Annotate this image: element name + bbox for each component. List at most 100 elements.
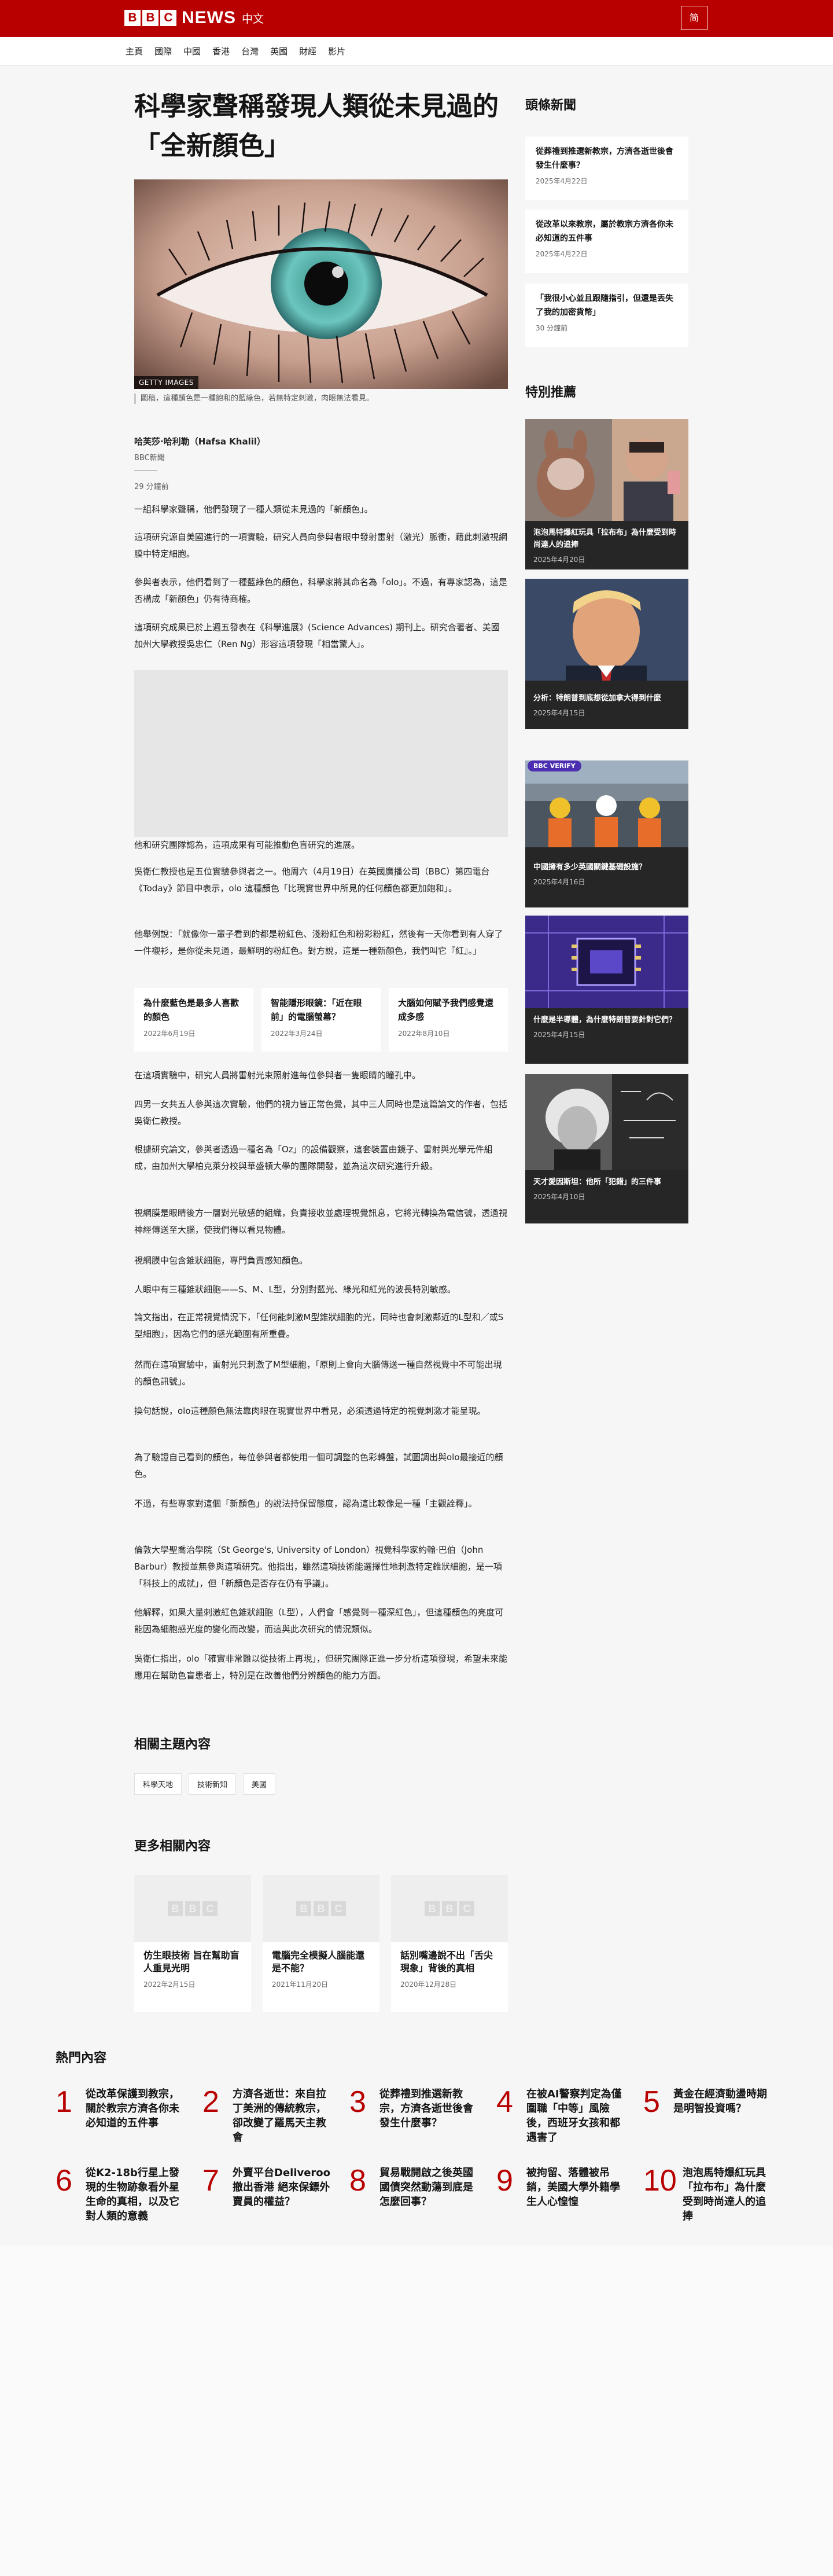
- nav-item-uk[interactable]: 英國: [270, 45, 288, 57]
- article-paragraph: 根據研究論文，參與者透過一種名為「Oz」的設備觀察，這套裝置由鏡子、雷射與光學元…: [134, 1144, 493, 1171]
- image-credit: GETTY IMAGES: [134, 376, 198, 389]
- most-read-item[interactable]: 10 泡泡馬特爆紅玩具「拉布布」為什麼受到時尚達人的追捧: [643, 2166, 790, 2224]
- more-story-card[interactable]: BBC 電腦完全模擬人腦能還是不能？ 2021年11月20日: [263, 1875, 379, 2012]
- topic-tags: 科學天地 技術新知 美國: [134, 1773, 282, 1795]
- top-header: B B C NEWS 中文 简: [0, 0, 833, 37]
- more-story-date: 2020年12月28日: [400, 1980, 457, 1989]
- related-story-title: 智能隱形眼鏡：「近在眼前」的電腦螢幕？: [271, 998, 362, 1022]
- more-story-card[interactable]: BBC 話別嘴邊說不出「舌尖現象」背後的真相 2020年12月28日: [391, 1875, 508, 2012]
- top-story-date: 30 分鐘前: [536, 324, 568, 332]
- image-caption: 圖稿，這種顏色是一種飽和的藍綠色，若無特定刺激，肉眼無法看見。: [134, 394, 508, 404]
- most-read-title: 在被AI警察判定為僅圍職「中等」風險後，西班牙女孩和都遇害了: [526, 2088, 622, 2144]
- article-paragraph: 倫敦大學聖喬治學院（St George's, University of Lon…: [134, 1545, 502, 1589]
- feature-image: [525, 1074, 688, 1170]
- top-story-card[interactable]: 從改革以來教宗，屬於教宗方濟各你未必知道的五件事 2025年4月22日: [525, 210, 688, 273]
- placeholder-image: BBC: [263, 1875, 379, 1942]
- inline-related-stories: 為什麼藍色是最多人喜歡的顏色 2022年6月19日 智能隱形眼鏡：「近在眼前」的…: [134, 988, 508, 1052]
- main-nav: 主頁 國際 中國 香港 台灣 英國 財經 影片: [0, 37, 833, 66]
- more-story-card[interactable]: BBC 仿生眼技術 旨在幫助盲人重見光明 2022年2月15日: [134, 1875, 251, 2012]
- topic-tag[interactable]: 美國: [243, 1773, 276, 1795]
- most-read-item[interactable]: 8 貿易戰開啟之後英國國債突然動蕩到底是怎麼回事？: [349, 2166, 496, 2224]
- article-paragraph: 這項研究源自美國進行的一項實驗，研究人員向參與者眼中發射雷射（激光）脈衝，藉此刺…: [134, 532, 508, 559]
- more-story-title: 仿生眼技術 旨在幫助盲人重見光明: [143, 1950, 239, 1974]
- nav-item-business[interactable]: 財經: [299, 45, 316, 57]
- related-story-title: 大腦如何賦予我們感覺還成多感: [398, 998, 494, 1022]
- article-paragraph: 吳衛仁教授也是五位實驗參與者之一。他周六（4月19日）在英國廣播公司（BBC）第…: [134, 866, 490, 894]
- top-stories-heading: 頭條新聞: [525, 98, 577, 113]
- more-story-title: 話別嘴邊說不出「舌尖現象」背後的真相: [400, 1950, 493, 1974]
- most-read-title: 被拘留、落體被吊銷，美國大學外籍學生人心惶惶: [526, 2167, 620, 2208]
- nav-item-international[interactable]: 國際: [154, 45, 172, 57]
- features-heading: 特別推薦: [525, 385, 577, 400]
- logo-letter-b2: B: [142, 10, 159, 26]
- bbc-news-logo[interactable]: B B C NEWS 中文: [124, 8, 264, 28]
- video-caption: 他和研究團隊認為，這項成果有可能推動色盲研究的進展。: [134, 840, 360, 850]
- feature-card[interactable]: BBC VERIFY 中國擁有多少英國關鍵基礎設施？ 2025年4月16日: [525, 760, 688, 907]
- most-read-item[interactable]: 2 方濟各逝世：來自拉丁美洲的傳統教宗，卻改變了羅馬天主教會: [202, 2087, 349, 2145]
- top-story-card[interactable]: 從葬禮到推選新教宗，方濟各逝世後會發生什麼事？ 2025年4月22日: [525, 137, 688, 200]
- hero-image: GETTY IMAGES: [134, 179, 508, 389]
- article-paragraph: 視網膜中包含錐狀細胞，專門負責感知顏色。: [134, 1255, 308, 1266]
- simplified-chinese-toggle-button[interactable]: 简: [681, 6, 707, 30]
- most-read-item[interactable]: 3 從葬禮到推選新教宗，方濟各逝世後會發生什麼事？: [349, 2087, 496, 2145]
- more-story-date: 2021年11月20日: [272, 1980, 329, 1989]
- topic-tag[interactable]: 技術新知: [189, 1773, 237, 1795]
- most-read-rank: 5: [643, 2085, 660, 2119]
- article-paragraph: 這項研究成果已於上週五發表在《科學進展》(Science Advances) 期…: [134, 622, 500, 649]
- bbc-placeholder-icon: BBC: [295, 1901, 347, 1916]
- most-read-item[interactable]: 7 外賣平台Deliveroo撤出香港 絕來保鏢外賣員的權益？: [202, 2166, 349, 2224]
- nav-item-home[interactable]: 主頁: [126, 45, 143, 57]
- feature-card[interactable]: 什麼是半導體，為什麼特朗普要針對它們？ 2025年4月15日: [525, 916, 688, 1064]
- article-paragraph: 一組科學家聲稱，他們發現了一種人類從未見過的「新顏色」。: [134, 504, 373, 515]
- most-read-item[interactable]: 5 黃金在經濟動盪時期是明智投資嗎？: [643, 2087, 790, 2145]
- most-read-rank: 9: [496, 2164, 513, 2197]
- most-read-rank: 3: [349, 2085, 366, 2119]
- feature-card[interactable]: 泡泡馬特爆紅玩具「拉布布」為什麼受到時尚達人的追捧 2025年4月20日: [525, 419, 688, 569]
- nav-item-hongkong[interactable]: 香港: [212, 45, 230, 57]
- topic-tag[interactable]: 科學天地: [134, 1773, 182, 1795]
- feature-date: 2025年4月16日: [533, 878, 585, 886]
- feature-title: 分析：特朗普到底想從加拿大得到什麼: [533, 694, 662, 703]
- most-read-rank: 1: [56, 2085, 72, 2119]
- nav-item-taiwan[interactable]: 台灣: [241, 45, 259, 57]
- placeholder-image: BBC: [391, 1875, 508, 1942]
- most-read-title: 從葬禮到推選新教宗，方濟各逝世後會發生什麼事？: [379, 2088, 473, 2129]
- author-role: BBC新聞: [134, 454, 165, 462]
- nav-item-video[interactable]: 影片: [328, 45, 345, 57]
- more-story-date: 2022年2月15日: [143, 1980, 196, 1989]
- most-read-title: 貿易戰開啟之後英國國債突然動蕩到底是怎麼回事？: [379, 2167, 473, 2208]
- most-read-item[interactable]: 1 從改革保護到教宗，關於教宗方濟各你未必知道的五件事: [56, 2087, 202, 2145]
- most-read-item[interactable]: 4 在被AI警察判定為僅圍職「中等」風險後，西班牙女孩和都遇害了: [496, 2087, 643, 2145]
- article-paragraph: 吳衛仁指出，olo「確實非常難以從技術上再現」，但研究團隊正進一步分析這項發現，…: [134, 1653, 508, 1681]
- nav-item-china[interactable]: 中國: [183, 45, 201, 57]
- article-headline: 科學家聲稱發現人類從未見過的「全新顏色」: [134, 91, 499, 161]
- publish-time: 29 分鐘前: [134, 483, 169, 491]
- bbc-verify-badge: BBC VERIFY: [528, 760, 581, 771]
- article-paragraph: 四男一女共五人參與這次實驗，他們的視力皆正常色覺，其中三人同時也是這篇論文的作者…: [134, 1099, 508, 1126]
- most-read-rank: 8: [349, 2164, 366, 2197]
- most-read-list: 1 從改革保護到教宗，關於教宗方濟各你未必知道的五件事 2 方濟各逝世：來自拉丁…: [56, 2087, 781, 2224]
- most-read-rank: 4: [496, 2085, 513, 2119]
- top-story-card[interactable]: 「我很小心並且跟隨指引，但還是丟失了我的加密貨幣」 30 分鐘前: [525, 284, 688, 347]
- most-read-title: 方濟各逝世：來自拉丁美洲的傳統教宗，卻改變了羅馬天主教會: [233, 2088, 326, 2144]
- related-story-date: 2022年3月24日: [271, 1030, 323, 1038]
- top-story-date: 2025年4月22日: [536, 250, 588, 258]
- related-story-card[interactable]: 智能隱形眼鏡：「近在眼前」的電腦螢幕？ 2022年3月24日: [261, 988, 381, 1052]
- feature-card[interactable]: 分析：特朗普到底想從加拿大得到什麼 2025年4月15日: [525, 579, 688, 729]
- related-story-date: 2022年6月19日: [143, 1030, 196, 1038]
- page: { "header": { "logo_letters": ["B", "B",…: [0, 0, 833, 2576]
- feature-card[interactable]: 天才愛因斯坦：他所「犯錯」的三件事 2025年4月10日: [525, 1074, 688, 1223]
- feature-image: BBC VERIFY: [525, 760, 688, 847]
- video-player[interactable]: [134, 670, 508, 837]
- feature-date: 2025年4月15日: [533, 1031, 585, 1039]
- article-paragraph: 人眼中有三種錐狀細胞——S、M、L型，分別對藍光、綠光和紅光的波長特別敏感。: [134, 1284, 456, 1295]
- topics-heading: 相關主題內容: [134, 1737, 211, 1752]
- byline-divider: [134, 470, 157, 471]
- feature-title: 中國擁有多少英國關鍵基礎設施？: [533, 863, 647, 872]
- placeholder-image: BBC: [134, 1875, 251, 1942]
- related-story-card[interactable]: 為什麼藍色是最多人喜歡的顏色 2022年6月19日: [134, 988, 253, 1052]
- most-read-item[interactable]: 9 被拘留、落體被吊銷，美國大學外籍學生人心惶惶: [496, 2166, 643, 2224]
- bbc-placeholder-icon: BBC: [423, 1901, 476, 1916]
- most-read-item[interactable]: 6 從K2-18b行星上發現的生物跡象看外星生命的真相，以及它對人類的意義: [56, 2166, 202, 2224]
- related-story-card[interactable]: 大腦如何賦予我們感覺還成多感 2022年8月10日: [389, 988, 508, 1052]
